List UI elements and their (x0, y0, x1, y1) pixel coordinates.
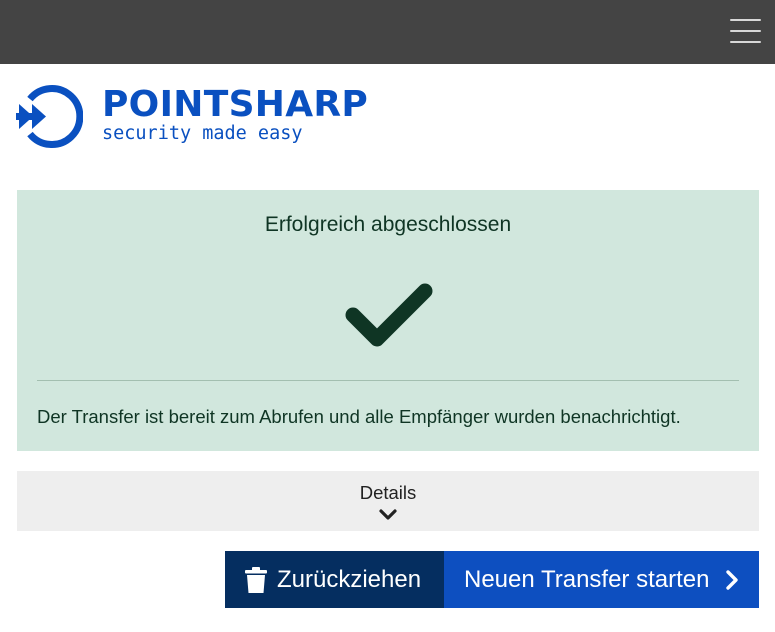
new-transfer-button-label: Neuen Transfer starten (464, 566, 710, 593)
new-transfer-button[interactable]: Neuen Transfer starten (444, 551, 759, 608)
alert-message: Der Transfer ist bereit zum Abrufen und … (37, 406, 681, 427)
hamburger-menu-icon[interactable] (730, 17, 761, 44)
chevron-right-icon (726, 570, 738, 590)
details-label: Details (359, 482, 417, 503)
details-toggle[interactable]: Details (17, 471, 759, 531)
checkmark-icon (345, 283, 433, 347)
pointsharp-logo: POINTSHARP security made easy (16, 82, 376, 150)
top-navbar (0, 0, 775, 64)
logo-tagline: security made easy (102, 123, 303, 144)
revoke-button-label: Zurückziehen (277, 566, 422, 593)
chevron-down-icon (379, 509, 397, 520)
alert-divider (37, 380, 739, 381)
logo-wordmark: POINTSHARP (102, 84, 369, 125)
success-alert: Erfolgreich abgeschlossen Der Transfer i… (17, 190, 759, 451)
pointsharp-logo-mark-icon (16, 85, 83, 148)
revoke-button[interactable]: Zurückziehen (225, 551, 444, 608)
trash-icon (245, 567, 267, 593)
alert-title: Erfolgreich abgeschlossen (264, 213, 512, 236)
